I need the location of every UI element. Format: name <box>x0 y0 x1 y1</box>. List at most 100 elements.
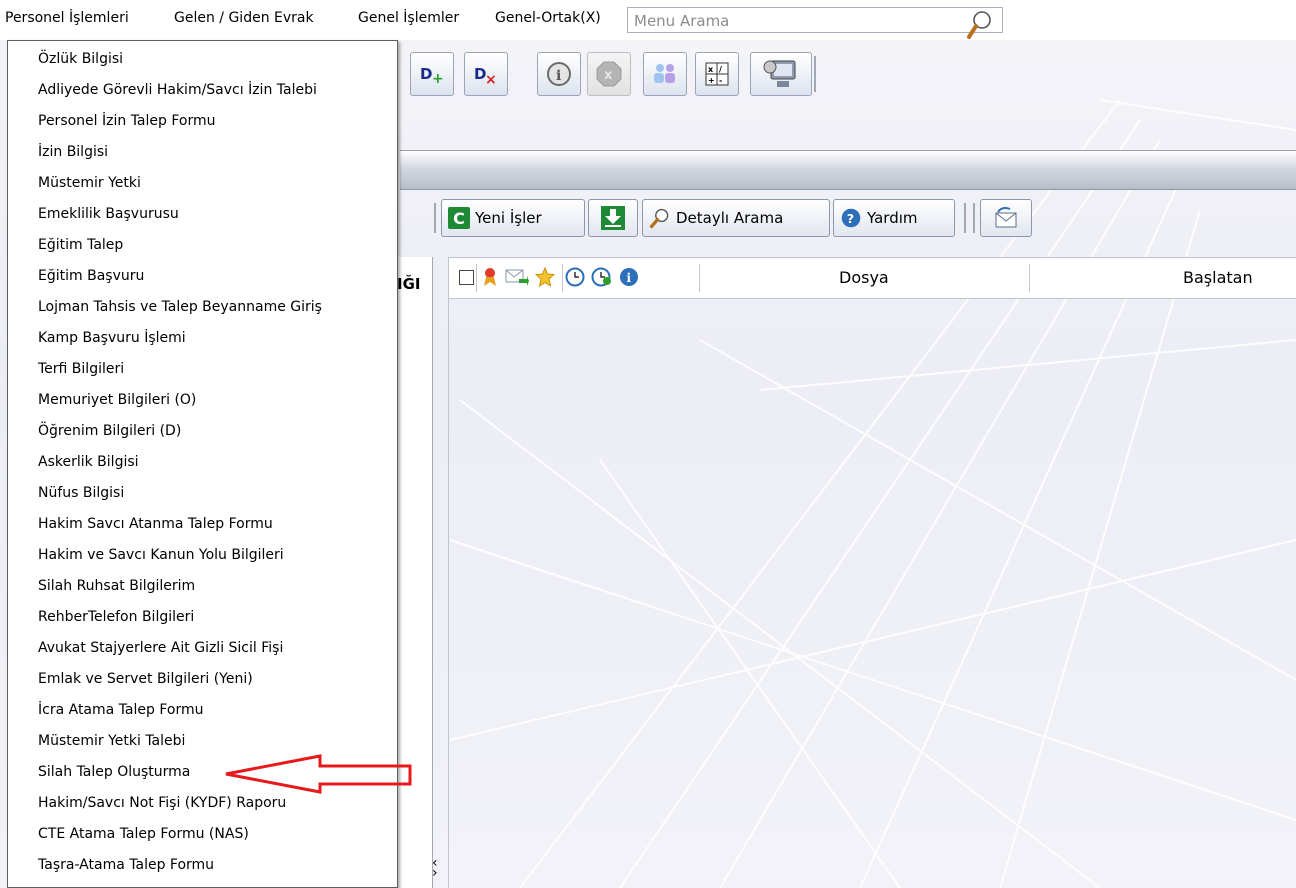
detayli-arama-label: Detaylı Arama <box>676 209 784 227</box>
menu-item-mustemir-yetki-talebi[interactable]: Müstemir Yetki Talebi <box>38 733 185 749</box>
menu-item-label: Memuriyet Bilgileri (O) <box>38 392 197 408</box>
delete-document-button[interactable]: D × <box>464 52 508 96</box>
menu-item-ogrenim-bilgileri[interactable]: Öğrenim Bilgileri (D) <box>38 423 181 439</box>
menu-item-lojman-tahsis[interactable]: Lojman Tahsis ve Talep Beyanname Giriş <box>38 299 322 315</box>
collapse-panel-icon[interactable]: ‹ › <box>432 856 438 880</box>
search-icon <box>649 208 669 229</box>
menu-item-tasra-atama[interactable]: Taşra-Atama Talep Formu <box>38 857 214 873</box>
download-icon <box>601 206 625 230</box>
svg-text:i: i <box>556 68 561 84</box>
menu-genel-islemler-label: Genel İşlemler <box>358 10 460 26</box>
menu-item-label: İzin Bilgisi <box>38 144 109 160</box>
menu-search-placeholder: Menu Arama <box>634 12 730 30</box>
menu-item-nufus-bilgisi[interactable]: Nüfus Bilgisi <box>38 485 124 501</box>
menu-item-silah-ruhsat[interactable]: Silah Ruhsat Bilgilerim <box>38 578 195 594</box>
stop-icon: x <box>596 61 622 87</box>
menu-item-askerlik-bilgisi[interactable]: Askerlik Bilgisi <box>38 454 139 470</box>
menu-item-label: Avukat Stajyerlere Ait Gizli Sicil Fişi <box>38 640 284 656</box>
menu-item-label: Eğitim Talep <box>38 237 124 253</box>
delete-document-icon: D× <box>474 65 497 85</box>
menu-item-mustemir-yetki[interactable]: Müstemir Yetki <box>38 175 141 191</box>
info-button[interactable]: i <box>537 52 581 96</box>
menu-search-input[interactable]: Menu Arama <box>627 7 1003 39</box>
menu-genel-ortak-label: Genel-Ortak(X) <box>495 10 601 26</box>
menu-item-not-fisi-raporu[interactable]: Hakim/Savcı Not Fişi (KYDF) Raporu <box>38 795 286 811</box>
panel-header-bar <box>400 150 1296 190</box>
menu-item-izin-bilgisi[interactable]: İzin Bilgisi <box>38 144 108 160</box>
svg-text:?: ? <box>847 211 854 226</box>
svg-text:x: x <box>604 68 613 83</box>
svg-text:×: × <box>485 72 497 85</box>
toolbar2-separator-mid <box>964 203 966 233</box>
calculator-icon: x / + - <box>705 62 729 86</box>
menu-item-label: Silah Talep Oluşturma <box>38 764 191 780</box>
menu-item-adliye-izin-talebi[interactable]: Adliyede Görevli Hakim/Savcı İzin Talebi <box>38 82 317 98</box>
menu-item-memuriyet-bilgileri[interactable]: Memuriyet Bilgileri (O) <box>38 392 196 408</box>
menu-item-label: Hakim Savcı Atanma Talep Formu <box>38 516 273 532</box>
search-icon[interactable] <box>964 8 994 42</box>
menu-item-label: Silah Ruhsat Bilgilerim <box>38 578 196 594</box>
add-document-icon: D + <box>420 65 444 85</box>
menu-item-kanun-yolu-bilgileri[interactable]: Hakim ve Savcı Kanun Yolu Bilgileri <box>38 547 284 563</box>
yeni-isler-button[interactable]: C Yeni İşler <box>441 199 585 237</box>
download-button[interactable] <box>588 199 638 237</box>
menu-item-terfi-bilgileri[interactable]: Terfi Bilgileri <box>38 361 124 377</box>
users-icon <box>654 64 675 83</box>
menu-gelen-giden-evrak-label: Gelen / Giden Evrak <box>174 10 314 26</box>
menu-item-label: Kamp Başvuru İşlemi <box>38 330 186 346</box>
menu-item-egitim-talep[interactable]: Eğitim Talep <box>38 237 123 253</box>
menu-item-rehber-telefon[interactable]: RehberTelefon Bilgileri <box>38 609 194 625</box>
menu-item-egitim-basvuru[interactable]: Eğitim Başvuru <box>38 268 144 284</box>
refresh-icon: C <box>448 207 470 229</box>
menu-personel-islemleri-label: Personel İşlemleri <box>5 10 129 26</box>
grid-divider <box>476 264 477 292</box>
calculator-button[interactable]: x / + - <box>695 52 739 96</box>
add-document-button[interactable]: D + <box>410 52 454 96</box>
menu-item-label: RehberTelefon Bilgileri <box>38 609 195 625</box>
menu-item-cte-atama[interactable]: CTE Atama Talep Formu (NAS) <box>38 826 249 842</box>
menu-item-label: Personel İzin Talep Formu <box>38 113 216 129</box>
left-panel-header: IĞI <box>397 275 421 293</box>
svg-text:i: i <box>627 271 632 285</box>
grid-body <box>448 298 1296 888</box>
clock-green-icon <box>591 267 611 287</box>
mail-forward-icon <box>995 207 1017 228</box>
yeni-isler-label: Yeni İşler <box>475 209 542 227</box>
column-header-dosya[interactable]: Dosya <box>839 268 889 287</box>
menu-item-label: İcra Atama Talep Formu <box>38 702 204 718</box>
toolbar2-separator-left <box>434 203 436 233</box>
svg-text:+: + <box>708 76 715 85</box>
column-header-baslatan[interactable]: Başlatan <box>1183 268 1253 287</box>
menu-item-personel-izin-talep-formu[interactable]: Personel İzin Talep Formu <box>38 113 215 129</box>
yardim-button[interactable]: ? Yardım <box>833 199 955 237</box>
menu-genel-islemler[interactable]: Genel İşlemler <box>358 10 459 26</box>
menu-bar: Personel İşlemleri Gelen / Giden Evrak G… <box>0 0 1296 40</box>
menu-item-ozluk-bilgisi[interactable]: Özlük Bilgisi <box>38 51 123 67</box>
svg-text:x: x <box>708 65 714 74</box>
toolbar2-separator-mid2 <box>973 203 975 233</box>
svg-text:/: / <box>719 65 722 74</box>
menu-genel-ortak[interactable]: Genel-Ortak(X) <box>495 10 601 26</box>
users-button[interactable] <box>643 52 687 96</box>
menu-item-label: Lojman Tahsis ve Talep Beyanname Giriş <box>38 299 322 315</box>
menu-gelen-giden-evrak[interactable]: Gelen / Giden Evrak <box>174 10 314 26</box>
clock-icon <box>565 267 585 287</box>
grid-header: i Dosya Başlatan <box>448 257 1296 299</box>
send-mail-button[interactable] <box>980 199 1032 237</box>
menu-item-label: Özlük Bilgisi <box>38 51 124 67</box>
stop-button[interactable]: x <box>587 52 631 96</box>
menu-item-emeklilik-basvurusu[interactable]: Emeklilik Başvurusu <box>38 206 179 222</box>
menu-item-emlak-servet[interactable]: Emlak ve Servet Bilgileri (Yeni) <box>38 671 253 687</box>
menu-item-kamp-basvuru[interactable]: Kamp Başvuru İşlemi <box>38 330 186 346</box>
detayli-arama-button[interactable]: Detaylı Arama <box>642 199 830 237</box>
menu-item-label: Emlak ve Servet Bilgileri (Yeni) <box>38 671 253 687</box>
grid-divider <box>699 264 700 292</box>
menu-item-silah-talep-olusturma[interactable]: Silah Talep Oluşturma <box>38 764 190 780</box>
computer-settings-button[interactable] <box>750 52 812 96</box>
menu-item-icra-atama[interactable]: İcra Atama Talep Formu <box>38 702 203 718</box>
menu-item-label: Müstemir Yetki Talebi <box>38 733 186 749</box>
menu-item-avukat-stajyer-sicil[interactable]: Avukat Stajyerlere Ait Gizli Sicil Fişi <box>38 640 283 656</box>
menu-item-hakim-savci-atanma[interactable]: Hakim Savcı Atanma Talep Formu <box>38 516 273 532</box>
menu-personel-islemleri[interactable]: Personel İşlemleri <box>5 10 129 26</box>
select-all-checkbox[interactable] <box>459 270 474 285</box>
